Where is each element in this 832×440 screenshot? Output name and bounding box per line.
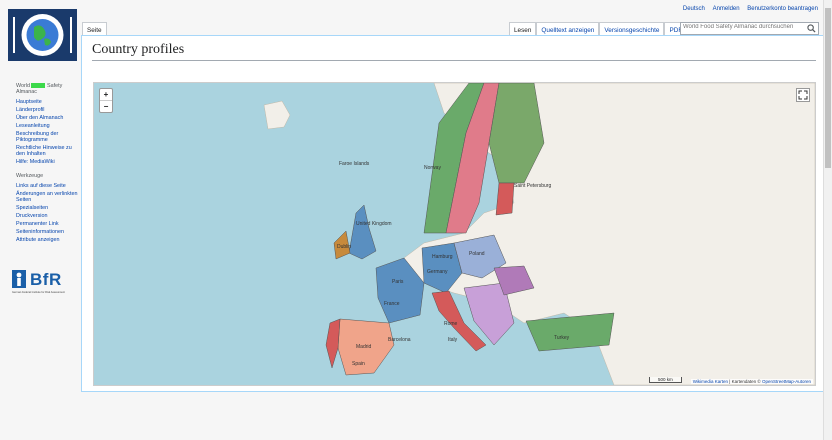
map-label-germany: Germany	[427, 269, 448, 275]
sidebar-item-help[interactable]: Hilfe: MediaWiki	[16, 159, 78, 165]
page-title: Country profiles	[92, 42, 185, 57]
sidebar-item-legal[interactable]: Rechtliche Hinweise zu den Inhalten	[16, 145, 78, 157]
country-baltics[interactable]	[495, 182, 515, 216]
site-logo[interactable]	[8, 9, 77, 61]
fullscreen-icon	[798, 90, 808, 100]
scrollbar-thumb[interactable]	[825, 8, 831, 168]
sidebar-item-laenderprofil[interactable]: Länderprofil	[16, 107, 78, 113]
tools-heading: Werkzeuge	[16, 173, 44, 179]
map-label-rome: Rome	[444, 321, 458, 327]
country-map[interactable]: Faroe Islands Norway United Kingdom Dubl…	[93, 82, 816, 386]
tools-item-what-links-here[interactable]: Links auf diese Seite	[16, 183, 78, 189]
map-label-faroe: Faroe Islands	[339, 161, 370, 167]
sidebar-item-pictograms[interactable]: Beschreibung der Piktogramme	[16, 131, 78, 143]
map-label-dublin: Dublin	[337, 244, 351, 250]
zoom-out-button[interactable]: −	[100, 101, 112, 112]
page-scrollbar[interactable]	[823, 0, 832, 440]
search-icon[interactable]	[807, 24, 816, 33]
attribution-separator: | Kartendaten ©	[727, 379, 762, 384]
sidebar-item-hauptseite[interactable]: Hauptseite	[16, 99, 78, 105]
bfr-text: BfR	[30, 270, 62, 289]
tools-item-permalink[interactable]: Permanenter Link	[16, 221, 78, 227]
personal-tools: Deutsch Anmelden Benutzerkonto beantrage…	[677, 6, 818, 12]
map-canvas[interactable]: Faroe Islands Norway United Kingdom Dubl…	[94, 83, 815, 385]
zoom-control: + −	[99, 88, 113, 113]
map-attribution: Wikimedia Karten | Kartendaten © OpenStr…	[690, 379, 813, 384]
map-label-saint-petersburg: Saint Petersburg	[514, 183, 551, 189]
map-label-norway: Norway	[424, 165, 441, 171]
title-divider	[92, 60, 816, 61]
sidebar-item-reading-guide[interactable]: Leseanleitung	[16, 123, 78, 129]
tools-item-related-changes[interactable]: Änderungen an verlinkten Seiten	[16, 191, 78, 203]
bfr-subtitle: German Federal Institute for Risk Assess…	[12, 291, 65, 294]
tools-item-print[interactable]: Druckversion	[16, 213, 78, 219]
bfr-logo[interactable]: BfR German Federal Institute for Risk As…	[12, 270, 74, 296]
wikimedia-maps-link[interactable]: Wikimedia Karten	[693, 379, 728, 384]
tools-item-page-info[interactable]: Seiteninformationen	[16, 229, 78, 235]
map-label-spain: Spain	[352, 361, 365, 367]
content-area: Country profiles Faroe Islands Norway Un…	[81, 35, 824, 392]
osm-authors-link[interactable]: OpenStreetMap-Autoren	[762, 379, 811, 384]
sidebar-item-about[interactable]: Über den Almanach	[16, 115, 78, 121]
fullscreen-button[interactable]	[796, 88, 810, 102]
login-link[interactable]: Anmelden	[713, 6, 740, 12]
search-input[interactable]	[681, 23, 803, 31]
tools-item-attributes[interactable]: Attribute anzeigen	[16, 237, 78, 243]
tools-item-special-pages[interactable]: Spezialseiten	[16, 205, 78, 211]
map-label-france: France	[384, 301, 400, 307]
map-label-poland: Poland	[469, 251, 485, 257]
map-label-united-kingdom: United Kingdom	[356, 221, 392, 227]
map-label-paris: Paris	[392, 279, 404, 285]
redaction-mark	[31, 83, 46, 89]
map-label-turkey: Turkey	[554, 335, 570, 341]
map-label-hamburg: Hamburg	[432, 254, 453, 260]
map-scale: 500 km	[649, 377, 682, 383]
request-account-link[interactable]: Benutzerkonto beantragen	[747, 6, 818, 12]
map-label-madrid: Madrid	[356, 344, 372, 350]
zoom-in-button[interactable]: +	[100, 89, 112, 101]
sidebar: World Safety Almanac Hauptseite Länderpr…	[16, 83, 78, 245]
map-label-barcelona: Barcelona	[388, 337, 411, 343]
globe-plate-icon	[8, 9, 77, 61]
site-title: World Safety Almanac	[16, 83, 78, 95]
map-label-italy: Italy	[448, 337, 458, 343]
language-link[interactable]: Deutsch	[683, 6, 705, 12]
search-box	[680, 22, 819, 35]
